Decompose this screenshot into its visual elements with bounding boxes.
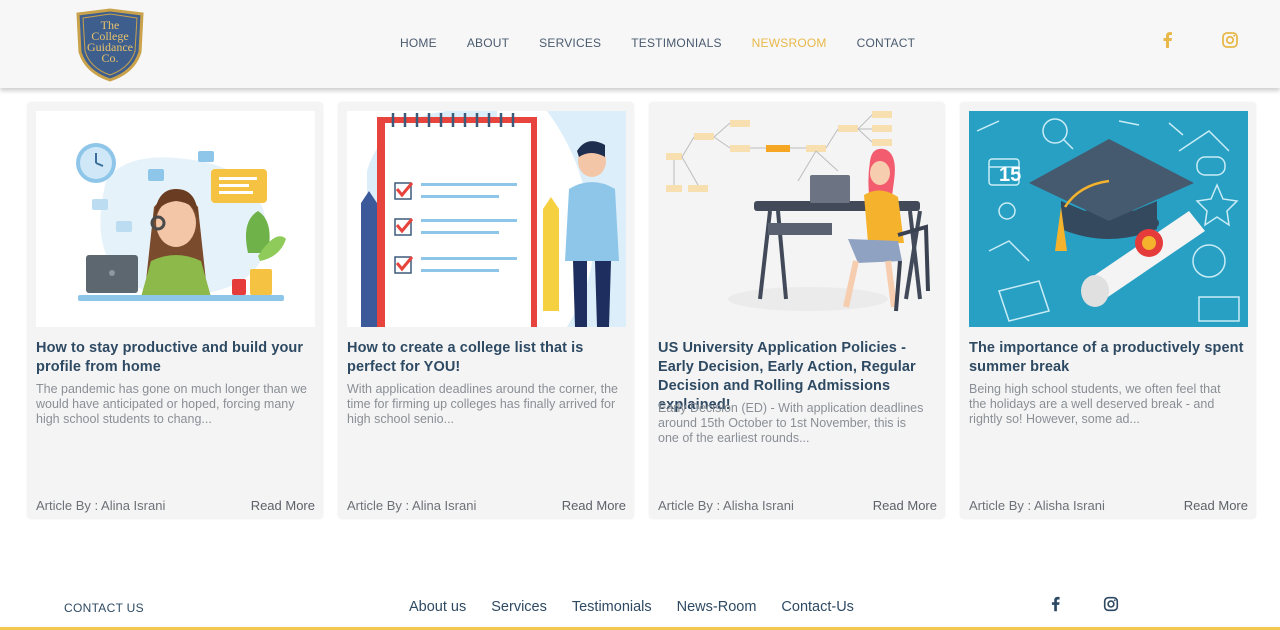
- footer-link-contact[interactable]: Contact-Us: [781, 599, 854, 615]
- article-card: 15 The importance of a productively spen…: [960, 102, 1256, 519]
- site-header: The College Guidance Co. HOME ABOUT SERV…: [0, 0, 1280, 88]
- logo-line-4: Co.: [101, 51, 119, 65]
- graduation-cap-diploma-illustration[interactable]: 15: [969, 111, 1248, 327]
- facebook-icon[interactable]: [1047, 595, 1065, 613]
- article-excerpt: The pandemic has gone on much longer tha…: [36, 382, 308, 426]
- article-author: Article By : Alisha Israni: [658, 498, 794, 513]
- nav-contact[interactable]: CONTACT: [857, 36, 916, 50]
- instagram-icon[interactable]: [1220, 30, 1240, 50]
- footer-link-about[interactable]: About us: [409, 599, 466, 615]
- checklist-notepad-illustration[interactable]: [347, 111, 626, 327]
- article-card: US University Application Policies - Ear…: [649, 102, 945, 519]
- instagram-icon[interactable]: [1102, 595, 1120, 613]
- footer-nav: About us Services Testimonials News-Room…: [409, 599, 879, 615]
- read-more-link[interactable]: Read More: [562, 498, 626, 513]
- logo-text: The College Guidance Co.: [74, 19, 146, 65]
- nav-services[interactable]: SERVICES: [539, 36, 601, 50]
- woman-desk-flowchart-illustration[interactable]: [658, 111, 937, 327]
- main-nav: HOME ABOUT SERVICES TESTIMONIALS NEWSROO…: [400, 36, 945, 50]
- article-excerpt: Early Decision (ED) - With application d…: [658, 401, 924, 445]
- nav-home[interactable]: HOME: [400, 36, 437, 50]
- site-logo[interactable]: The College Guidance Co.: [74, 8, 146, 82]
- woman-laptop-headset-illustration[interactable]: [36, 111, 315, 327]
- footer-link-testimonials[interactable]: Testimonials: [572, 599, 652, 615]
- facebook-icon[interactable]: [1158, 30, 1178, 50]
- article-author: Article By : Alina Israni: [36, 498, 166, 513]
- article-card: How to create a college list that is per…: [338, 102, 634, 519]
- article-author: Article By : Alina Israni: [347, 498, 477, 513]
- article-author: Article By : Alisha Israni: [969, 498, 1105, 513]
- footer-contact-label[interactable]: CONTACT US: [64, 601, 144, 615]
- article-card: How to stay productive and build your pr…: [27, 102, 323, 519]
- article-excerpt: Being high school students, we often fee…: [969, 382, 1221, 426]
- read-more-link[interactable]: Read More: [251, 498, 315, 513]
- footer-link-newsroom[interactable]: News-Room: [677, 599, 757, 615]
- nav-about[interactable]: ABOUT: [467, 36, 509, 50]
- article-title[interactable]: The importance of a productively spent s…: [969, 339, 1249, 377]
- svg-text:15: 15: [999, 164, 1021, 186]
- article-title[interactable]: How to stay productive and build your pr…: [36, 339, 316, 377]
- article-grid: How to stay productive and build your pr…: [27, 102, 1271, 519]
- read-more-link[interactable]: Read More: [873, 498, 937, 513]
- nav-testimonials[interactable]: TESTIMONIALS: [631, 36, 721, 50]
- nav-newsroom[interactable]: NEWSROOM: [752, 36, 827, 50]
- article-excerpt: With application deadlines around the co…: [347, 382, 619, 426]
- read-more-link[interactable]: Read More: [1184, 498, 1248, 513]
- article-title[interactable]: How to create a college list that is per…: [347, 339, 627, 377]
- footer-link-services[interactable]: Services: [491, 599, 547, 615]
